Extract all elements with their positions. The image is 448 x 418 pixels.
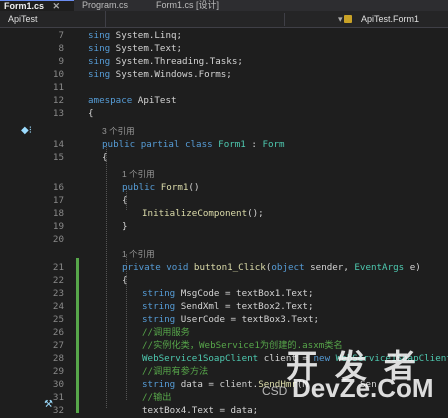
line-number: 13 <box>52 108 64 119</box>
code-token: System.Linq; <box>110 30 183 41</box>
chevron-down-icon[interactable]: ▾ <box>338 14 343 25</box>
code-token: amespace <box>88 95 133 106</box>
code-token: private void <box>122 262 194 273</box>
code-token: string <box>142 288 181 299</box>
code-token: sing <box>88 30 111 41</box>
navigation-bar: ApiTest ▾ ApiTest.Form1 <box>0 11 448 28</box>
line-number: 32 <box>52 405 64 416</box>
code-token: SendXml = textBox2.Text; <box>180 301 314 312</box>
tab-label: Form1.cs [设计] <box>156 0 220 10</box>
watermark-domain: DevZe.CoM <box>292 373 434 403</box>
code-token: sender, <box>304 262 355 273</box>
tab-form1-cs[interactable]: Form1.cs ✕ <box>0 0 74 11</box>
code-token: sing <box>88 69 111 80</box>
line-number: 20 <box>52 234 64 245</box>
code-token: string <box>142 379 181 390</box>
tab-label: Form1.cs <box>4 1 45 11</box>
code-token: public partial class <box>102 139 219 150</box>
code-token: : <box>245 139 263 150</box>
code-token: sing <box>88 56 111 67</box>
code-token: textBox4.Text = data; <box>142 405 259 416</box>
code-token: UserCode = textBox3.Text; <box>180 314 320 325</box>
divider <box>105 11 106 27</box>
code-token: System.Threading.Tasks; <box>110 56 243 67</box>
code-token: Form1 <box>218 139 246 150</box>
tab-label: Program.cs <box>82 0 129 10</box>
divider <box>284 13 285 26</box>
code-token: string <box>142 314 181 325</box>
code-token: System.Windows.Forms; <box>110 69 232 80</box>
code-token: (); <box>247 208 264 219</box>
code-token: e) <box>404 262 421 273</box>
code-token: button1_Click <box>193 262 266 273</box>
code-token: Form <box>262 139 285 150</box>
watermark-csdn: CSD <box>262 384 288 398</box>
close-icon[interactable]: ✕ <box>53 1 61 11</box>
code-token: object <box>271 262 305 273</box>
code-token: public <box>122 182 161 193</box>
class-icon <box>344 15 352 23</box>
code-token: System.Text; <box>110 43 183 54</box>
project-dropdown[interactable]: ApiTest <box>8 14 38 24</box>
tab-program-cs[interactable]: Program.cs <box>78 0 132 11</box>
line-number: 15 <box>52 152 64 163</box>
code-token: data = client. <box>180 379 259 390</box>
code-token: ApiTest <box>132 95 177 106</box>
code-token: WebService1SoapClient <box>142 353 259 364</box>
code-token: Form1 <box>160 182 189 193</box>
code-token: InitializeComponent <box>142 208 248 219</box>
code-token: sing <box>88 43 111 54</box>
code-token: () <box>188 182 200 193</box>
tab-form1-designer[interactable]: Form1.cs [设计] <box>152 0 223 11</box>
code-token: string <box>142 301 181 312</box>
code-token: { <box>88 108 94 119</box>
class-dropdown[interactable]: ApiTest.Form1 <box>361 14 419 24</box>
code-token: EventArgs <box>354 262 405 273</box>
code-token: MsgCode = textBox1.Text; <box>180 288 314 299</box>
code-token: { <box>102 152 108 163</box>
tab-bar: Form1.cs ✕ Program.cs Form1.cs [设计] <box>0 0 448 11</box>
